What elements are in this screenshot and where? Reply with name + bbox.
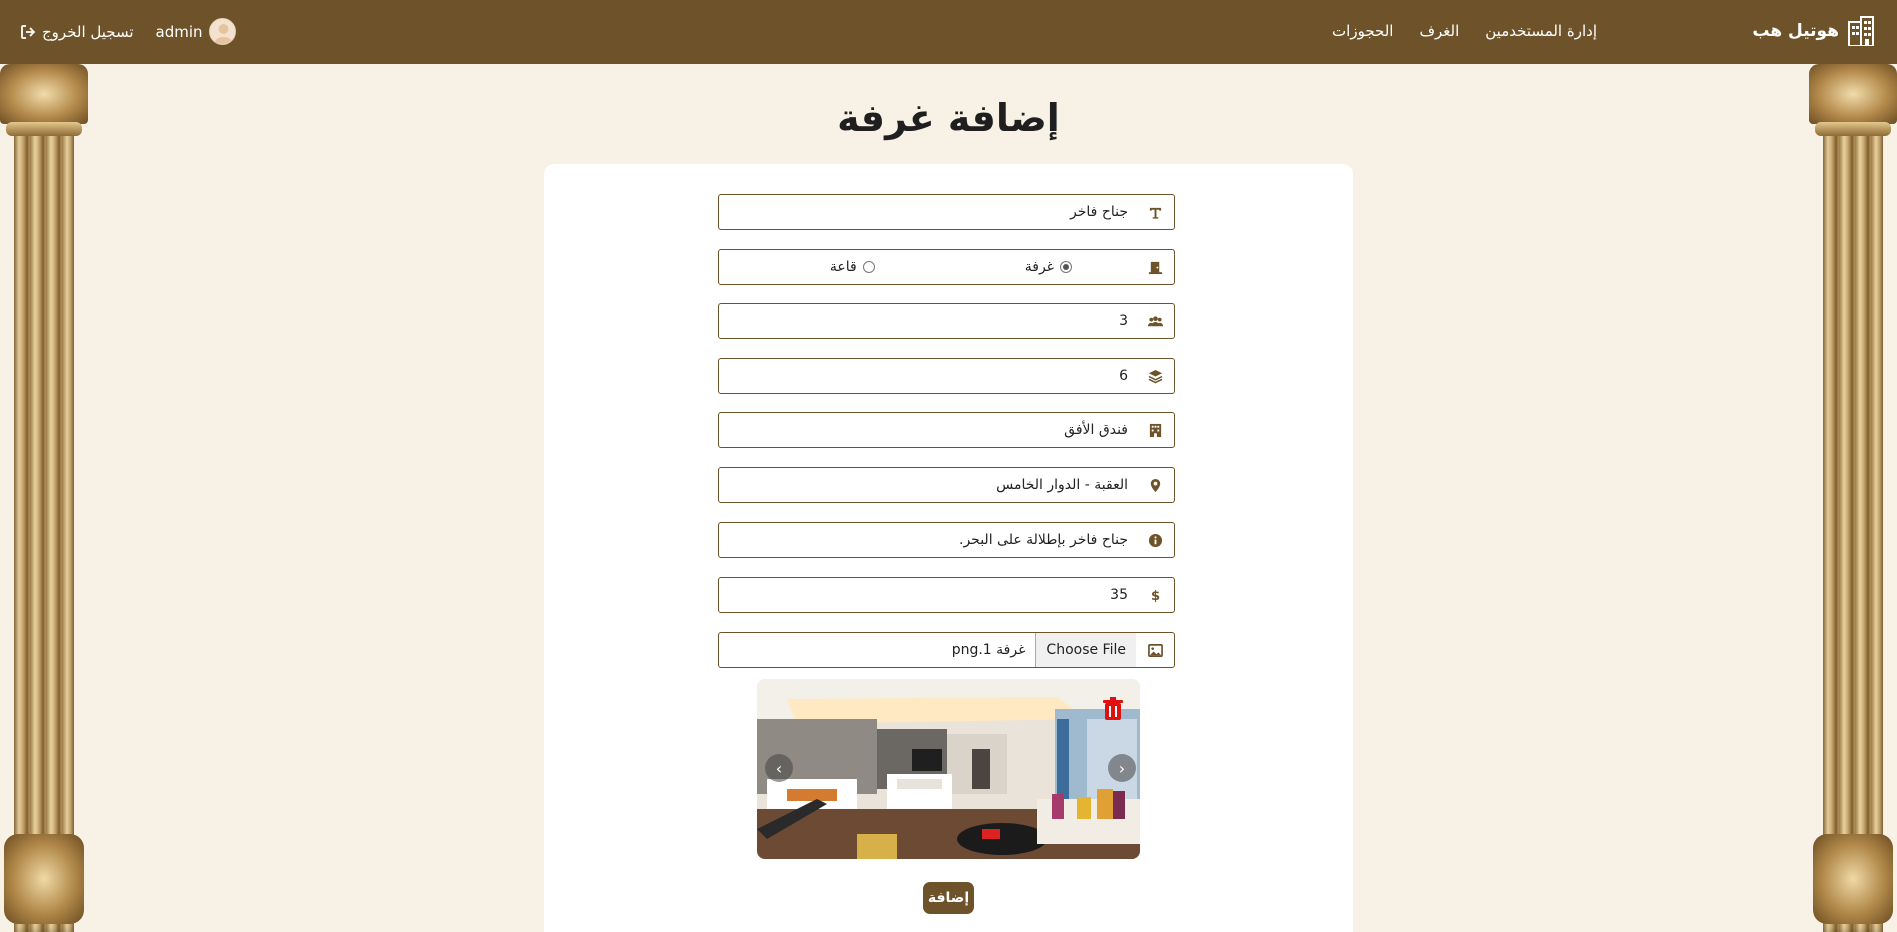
nav-link-rooms[interactable]: الغرف	[1419, 22, 1459, 40]
building-icon	[1848, 16, 1874, 46]
logout-icon	[21, 24, 36, 39]
capacity-value: 3	[1119, 313, 1128, 329]
brand-name: هوتيل هب	[1752, 21, 1839, 41]
type-hall-radio[interactable]	[862, 261, 875, 273]
info-icon	[1136, 523, 1174, 557]
logout-label: تسجيل الخروج	[42, 22, 134, 41]
capacity-field[interactable]: 3	[718, 303, 1175, 339]
location-value: العقبة - الدوار الخامس	[996, 477, 1128, 493]
price-field[interactable]: $ 35	[718, 577, 1175, 613]
floor-value: 6	[1119, 368, 1128, 384]
image-upload-field[interactable]: Choose File غرفة 1.png	[718, 632, 1175, 668]
type-hall-option[interactable]: قاعة	[830, 259, 875, 275]
trash-icon[interactable]	[1102, 697, 1124, 721]
carousel-next-button[interactable]: ›	[1108, 754, 1136, 782]
brand-link[interactable]: هوتيل هب	[1752, 16, 1875, 46]
room-type-field: غرفة قاعة	[718, 249, 1175, 285]
type-room-label: غرفة	[1024, 259, 1054, 275]
hotel-value: فندق الأفق	[1064, 422, 1128, 438]
svg-text:$: $	[1150, 589, 1159, 603]
room-name-value: جناح فاخر	[1070, 204, 1128, 220]
image-icon	[1136, 633, 1174, 667]
page-title: إضافة غرفة	[837, 96, 1060, 140]
room-photo	[757, 679, 1140, 859]
user-area: تسجيل الخروج admin	[20, 18, 236, 45]
hotel-icon	[1136, 413, 1174, 447]
nav-link-users[interactable]: إدارة المستخدمين	[1485, 22, 1597, 40]
carousel-prev-button[interactable]: ‹	[765, 754, 793, 782]
room-name-field[interactable]: جناح فاخر	[718, 194, 1175, 230]
file-name: غرفة 1.png	[951, 642, 1026, 658]
username: admin	[155, 22, 203, 41]
text-icon	[1136, 195, 1174, 229]
choose-file-button[interactable]: Choose File	[1035, 633, 1136, 667]
users-icon	[1136, 304, 1174, 338]
navbar: هوتيل هب إدارة المستخدمين الغرف الحجوزات…	[0, 0, 1897, 64]
avatar	[208, 18, 236, 45]
type-room-option[interactable]: غرفة	[1025, 259, 1072, 275]
decorative-pillar-right	[1809, 64, 1897, 932]
nav-links: إدارة المستخدمين الغرف الحجوزات	[1332, 22, 1597, 40]
price-value: 35	[1110, 587, 1128, 603]
type-hall-label: قاعة	[829, 259, 857, 275]
decorative-pillar-left	[0, 64, 88, 932]
dollar-icon: $	[1136, 578, 1174, 612]
submit-button[interactable]: إضافة	[923, 882, 974, 914]
logout-button[interactable]: تسجيل الخروج	[20, 23, 134, 41]
description-field[interactable]: جناح فاخر بإطلالة على البحر.	[718, 522, 1175, 558]
layers-icon	[1136, 359, 1174, 393]
floor-field[interactable]: 6	[718, 358, 1175, 394]
user-menu[interactable]: admin	[156, 18, 236, 45]
door-icon	[1136, 250, 1174, 284]
room-image-carousel: ‹ ›	[757, 679, 1140, 859]
type-room-radio[interactable]	[1060, 261, 1072, 273]
nav-link-bookings[interactable]: الحجوزات	[1332, 22, 1393, 40]
map-pin-icon	[1136, 468, 1174, 502]
location-field[interactable]: العقبة - الدوار الخامس	[718, 467, 1175, 503]
hotel-field[interactable]: فندق الأفق	[718, 412, 1175, 448]
description-value: جناح فاخر بإطلالة على البحر.	[959, 532, 1128, 548]
